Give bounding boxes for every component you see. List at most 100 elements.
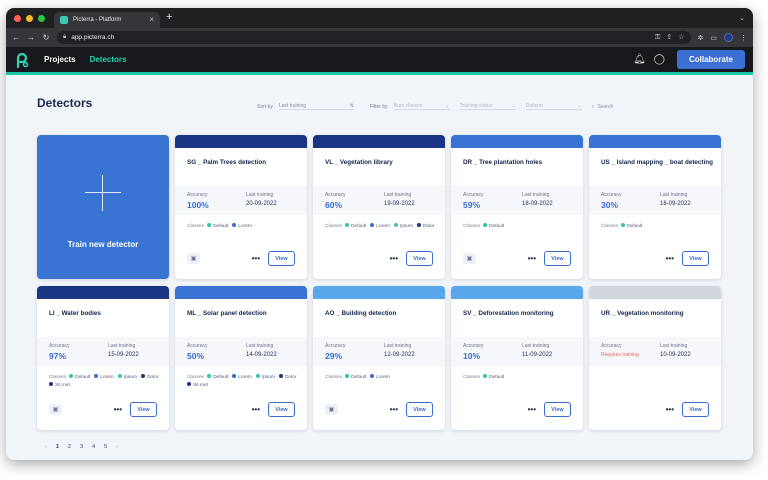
- filter-toolbar: Sort by Last training ⇅ Filter by Num cl…: [257, 103, 613, 110]
- app-header: Projects Detectors 🔔︎ ◯ Collaborate: [6, 47, 753, 75]
- detector-title: US _ Island mapping _ boat detecting: [601, 159, 713, 166]
- detector-grid: Train new detector SG _ Palm Trees detec…: [37, 135, 721, 430]
- new-tab-icon[interactable]: +: [166, 12, 172, 23]
- detector-card[interactable]: DR _ Tree plantation holes Accuracy 59% Las…: [451, 135, 583, 279]
- more-options-icon[interactable]: •••: [252, 254, 260, 263]
- back-arrow-icon[interactable]: ←: [12, 33, 20, 42]
- nav-projects[interactable]: Projects: [44, 55, 76, 64]
- extensions-icon[interactable]: ✲: [698, 34, 704, 42]
- training-filter-select[interactable]: Training status ⌄: [459, 103, 516, 110]
- more-options-icon[interactable]: •••: [528, 405, 536, 414]
- more-options-icon[interactable]: •••: [252, 405, 260, 414]
- share-icon[interactable]: ⇪: [666, 34, 672, 41]
- tab-close-icon[interactable]: ×: [149, 16, 154, 24]
- view-button[interactable]: View: [406, 402, 433, 417]
- reload-icon[interactable]: ↻: [42, 33, 50, 42]
- prev-page-icon[interactable]: ‹: [45, 444, 47, 450]
- collaborate-button[interactable]: Collaborate: [676, 50, 745, 69]
- last-training-stat: Last training 19-09-2022: [384, 192, 415, 207]
- page-number[interactable]: 3: [80, 444, 83, 450]
- user-account-icon[interactable]: ◯: [654, 54, 665, 65]
- accuracy-label: Accuracy: [601, 192, 622, 198]
- more-options-icon[interactable]: •••: [666, 254, 674, 263]
- class-name: Default: [213, 375, 229, 380]
- profile-avatar-icon[interactable]: [724, 33, 733, 42]
- search-input[interactable]: ⌕ Search: [592, 104, 614, 110]
- card-color-band: [37, 286, 169, 299]
- detector-card[interactable]: SG _ Palm Trees detection Accuracy 100% Las…: [175, 135, 307, 279]
- url-field[interactable]: 🔒︎ app.picterra.ch ⚿ ⇪ ☆: [57, 31, 691, 44]
- detector-card[interactable]: LI _ Water bodies Accuracy 97% Last trainin…: [37, 286, 169, 430]
- class-tag: Dolor: [140, 374, 158, 382]
- page-number[interactable]: 5: [104, 444, 107, 450]
- class-name: Lorem: [100, 375, 114, 380]
- browser-menu-icon[interactable]: ⋮: [740, 34, 747, 42]
- dataset-icon[interactable]: ▣: [463, 253, 476, 264]
- detector-stats: Accuracy 100% Last training 20-09-2022: [175, 186, 307, 215]
- detector-title: ML _ Solar panel detection: [187, 310, 267, 317]
- dataset-icon[interactable]: ▣: [187, 253, 200, 264]
- more-options-icon[interactable]: •••: [666, 405, 674, 414]
- card-color-band: [175, 135, 307, 148]
- dataset-filter-select[interactable]: Dataset ⌄: [525, 103, 582, 110]
- more-options-icon[interactable]: •••: [390, 254, 398, 263]
- classes-list: Classes Default: [463, 223, 577, 231]
- page-number[interactable]: 2: [68, 444, 71, 450]
- class-tag: Default: [345, 374, 366, 382]
- nav-detectors[interactable]: Detectors: [90, 55, 127, 64]
- view-button[interactable]: View: [682, 251, 709, 266]
- plus-icon: [85, 175, 121, 211]
- key-icon[interactable]: ⚿: [655, 34, 660, 41]
- detector-card[interactable]: UR _ Vegetation monitoring Accuracy Requir…: [589, 286, 721, 430]
- view-button[interactable]: View: [130, 402, 157, 417]
- view-button[interactable]: View: [544, 251, 571, 266]
- next-page-icon[interactable]: ›: [116, 444, 118, 450]
- page-number[interactable]: 1: [56, 444, 59, 450]
- detector-card[interactable]: US _ Island mapping _ boat detecting Accu…: [589, 135, 721, 279]
- minimize-window-icon[interactable]: [26, 15, 33, 22]
- dataset-icon[interactable]: ▣: [49, 404, 62, 415]
- bookmark-star-icon[interactable]: ☆: [678, 34, 684, 41]
- view-button[interactable]: View: [406, 251, 433, 266]
- requires-training-warning: Requires training: [601, 352, 639, 358]
- browser-tab[interactable]: Picterra - Platform ×: [54, 12, 160, 28]
- detector-card[interactable]: ML _ Solar panel detection Accuracy 50% Las…: [175, 286, 307, 430]
- class-name: Ipsum: [261, 375, 275, 380]
- detector-card[interactable]: AO _ Building detection Accuracy 29% Last t…: [313, 286, 445, 430]
- card-color-band: [451, 286, 583, 299]
- accuracy-stat: Accuracy 29%: [325, 343, 346, 361]
- view-button[interactable]: View: [544, 402, 571, 417]
- chevron-down-icon: ⌄: [577, 103, 582, 109]
- class-color-dot-icon: [393, 223, 398, 227]
- more-options-icon[interactable]: •••: [528, 254, 536, 263]
- class-name: Ipsum: [399, 224, 413, 229]
- page-number[interactable]: 4: [92, 444, 95, 450]
- classes-list: Classes Default Lorem Ipsum Dolor Sit met: [187, 374, 301, 390]
- bell-icon[interactable]: 🔔︎: [633, 54, 646, 65]
- class-name: Sit met: [193, 383, 208, 388]
- classes-list: Classes Default: [463, 374, 577, 382]
- class-tag: Dolor: [278, 374, 296, 382]
- classes-filter-select[interactable]: Num classes ⌄: [393, 103, 450, 110]
- accuracy-stat: Accuracy 100%: [187, 192, 209, 210]
- sort-select[interactable]: Last training ⇅: [278, 103, 354, 110]
- train-new-detector-card[interactable]: Train new detector: [37, 135, 169, 279]
- maximize-window-icon[interactable]: [38, 15, 45, 22]
- class-color-dot-icon: [69, 374, 74, 378]
- close-window-icon[interactable]: [14, 15, 21, 22]
- more-options-icon[interactable]: •••: [390, 405, 398, 414]
- dataset-icon[interactable]: ▣: [325, 404, 338, 415]
- view-button[interactable]: View: [268, 251, 295, 266]
- detector-card[interactable]: VL _ Vegetation library Accuracy 60% Last t…: [313, 135, 445, 279]
- chevron-down-icon[interactable]: ⌄: [739, 14, 745, 22]
- forward-arrow-icon[interactable]: →: [27, 33, 35, 42]
- view-button[interactable]: View: [268, 402, 295, 417]
- detector-card[interactable]: SV _ Deforestation monitoring Accuracy 10%…: [451, 286, 583, 430]
- more-options-icon[interactable]: •••: [114, 405, 122, 414]
- class-tag: Sit met: [187, 382, 208, 390]
- view-button[interactable]: View: [682, 402, 709, 417]
- sort-value: Last training: [278, 103, 307, 109]
- sidebar-icon[interactable]: ▭: [710, 34, 717, 42]
- class-tag: Sit met: [49, 382, 70, 390]
- picterra-logo-icon[interactable]: [14, 52, 30, 68]
